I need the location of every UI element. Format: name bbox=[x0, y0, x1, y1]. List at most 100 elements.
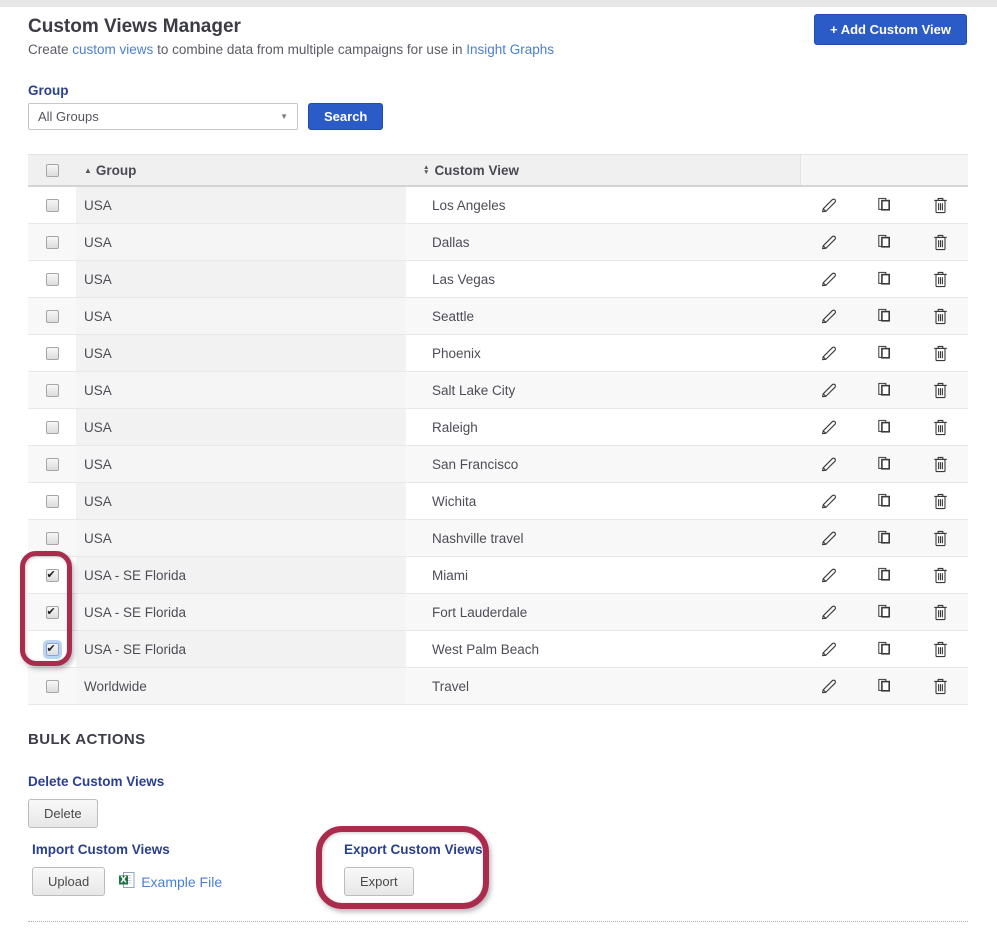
edit-icon[interactable] bbox=[800, 641, 856, 658]
subtitle-text: to combine data from multiple campaigns … bbox=[153, 42, 466, 57]
delete-icon[interactable] bbox=[912, 308, 968, 325]
group-cell: USA bbox=[76, 187, 406, 223]
delete-icon[interactable] bbox=[912, 345, 968, 362]
delete-icon[interactable] bbox=[912, 456, 968, 473]
copy-icon[interactable] bbox=[856, 604, 912, 620]
edit-icon[interactable] bbox=[800, 678, 856, 695]
group-cell: USA - SE Florida bbox=[76, 594, 406, 630]
edit-icon[interactable] bbox=[800, 493, 856, 510]
edit-icon[interactable] bbox=[800, 567, 856, 584]
group-select-value: All Groups bbox=[38, 109, 99, 124]
delete-icon[interactable] bbox=[912, 271, 968, 288]
import-custom-views-section: Import Custom Views Upload X Example Fil… bbox=[28, 842, 340, 896]
row-checkbox-cell bbox=[28, 520, 76, 556]
insight-graphs-link[interactable]: Insight Graphs bbox=[466, 42, 554, 57]
edit-icon[interactable] bbox=[800, 530, 856, 547]
delete-icon[interactable] bbox=[912, 234, 968, 251]
delete-button[interactable]: Delete bbox=[28, 799, 98, 828]
delete-icon[interactable] bbox=[912, 493, 968, 510]
table-row: USALos Angeles bbox=[28, 187, 968, 224]
row-checkbox-cell bbox=[28, 261, 76, 297]
delete-icon[interactable] bbox=[912, 197, 968, 214]
row-actions-cell bbox=[800, 298, 968, 334]
custom-view-cell: West Palm Beach bbox=[406, 631, 800, 667]
copy-icon[interactable] bbox=[856, 567, 912, 583]
custom-view-cell: Las Vegas bbox=[406, 261, 800, 297]
delete-icon[interactable] bbox=[912, 567, 968, 584]
row-actions-cell bbox=[800, 446, 968, 482]
row-checkbox[interactable] bbox=[46, 458, 59, 471]
delete-icon[interactable] bbox=[912, 678, 968, 695]
group-column-header[interactable]: ▲ Group bbox=[76, 163, 406, 178]
row-checkbox[interactable] bbox=[46, 606, 59, 619]
row-checkbox[interactable] bbox=[46, 199, 59, 212]
row-checkbox[interactable] bbox=[46, 643, 59, 656]
copy-icon[interactable] bbox=[856, 641, 912, 657]
table-row: USASan Francisco bbox=[28, 446, 968, 483]
table-row: USASeattle bbox=[28, 298, 968, 335]
custom-view-cell: Los Angeles bbox=[406, 187, 800, 223]
row-checkbox[interactable] bbox=[46, 569, 59, 582]
table-row: USALas Vegas bbox=[28, 261, 968, 298]
row-checkbox[interactable] bbox=[46, 495, 59, 508]
subtitle-text: Create bbox=[28, 42, 72, 57]
select-all-checkbox[interactable] bbox=[46, 164, 59, 177]
edit-icon[interactable] bbox=[800, 308, 856, 325]
copy-icon[interactable] bbox=[856, 419, 912, 435]
custom-view-cell: San Francisco bbox=[406, 446, 800, 482]
sort-asc-icon: ▲ bbox=[84, 166, 92, 175]
row-checkbox[interactable] bbox=[46, 347, 59, 360]
row-checkbox[interactable] bbox=[46, 421, 59, 434]
delete-icon[interactable] bbox=[912, 419, 968, 436]
copy-icon[interactable] bbox=[856, 456, 912, 472]
row-checkbox[interactable] bbox=[46, 273, 59, 286]
copy-icon[interactable] bbox=[856, 271, 912, 287]
row-checkbox[interactable] bbox=[46, 680, 59, 693]
add-custom-view-button[interactable]: + Add Custom View bbox=[814, 14, 967, 45]
custom-view-column-header[interactable]: ▲▼ Custom View bbox=[406, 163, 800, 178]
custom-views-link[interactable]: custom views bbox=[72, 42, 153, 57]
row-checkbox-cell bbox=[28, 557, 76, 593]
export-button[interactable]: Export bbox=[344, 867, 414, 896]
edit-icon[interactable] bbox=[800, 419, 856, 436]
row-checkbox[interactable] bbox=[46, 384, 59, 397]
edit-icon[interactable] bbox=[800, 382, 856, 399]
table-row: USADallas bbox=[28, 224, 968, 261]
edit-icon[interactable] bbox=[800, 197, 856, 214]
group-column-label: Group bbox=[96, 163, 137, 178]
edit-icon[interactable] bbox=[800, 234, 856, 251]
custom-view-cell: Salt Lake City bbox=[406, 372, 800, 408]
row-checkbox[interactable] bbox=[46, 236, 59, 249]
group-cell: USA - SE Florida bbox=[76, 557, 406, 593]
search-button[interactable]: Search bbox=[308, 103, 383, 130]
table-row: USANashville travel bbox=[28, 520, 968, 557]
group-select[interactable]: All Groups ▼ bbox=[28, 103, 298, 130]
custom-view-column-label: Custom View bbox=[434, 163, 519, 178]
delete-icon[interactable] bbox=[912, 530, 968, 547]
delete-icon[interactable] bbox=[912, 382, 968, 399]
sort-both-icon: ▲▼ bbox=[423, 165, 429, 175]
copy-icon[interactable] bbox=[856, 382, 912, 398]
example-file-link[interactable]: X Example File bbox=[118, 871, 222, 892]
excel-file-icon: X bbox=[118, 871, 136, 892]
edit-icon[interactable] bbox=[800, 345, 856, 362]
row-actions-cell bbox=[800, 594, 968, 630]
upload-button[interactable]: Upload bbox=[32, 867, 105, 896]
row-checkbox[interactable] bbox=[46, 532, 59, 545]
copy-icon[interactable] bbox=[856, 493, 912, 509]
delete-section-heading: Delete Custom Views bbox=[28, 774, 968, 789]
edit-icon[interactable] bbox=[800, 271, 856, 288]
copy-icon[interactable] bbox=[856, 530, 912, 546]
table-row: USA - SE FloridaWest Palm Beach bbox=[28, 631, 968, 668]
delete-icon[interactable] bbox=[912, 641, 968, 658]
copy-icon[interactable] bbox=[856, 234, 912, 250]
edit-icon[interactable] bbox=[800, 604, 856, 621]
copy-icon[interactable] bbox=[856, 308, 912, 324]
copy-icon[interactable] bbox=[856, 197, 912, 213]
copy-icon[interactable] bbox=[856, 345, 912, 361]
delete-icon[interactable] bbox=[912, 604, 968, 621]
copy-icon[interactable] bbox=[856, 678, 912, 694]
table-row: USA - SE FloridaMiami bbox=[28, 557, 968, 594]
edit-icon[interactable] bbox=[800, 456, 856, 473]
row-checkbox[interactable] bbox=[46, 310, 59, 323]
